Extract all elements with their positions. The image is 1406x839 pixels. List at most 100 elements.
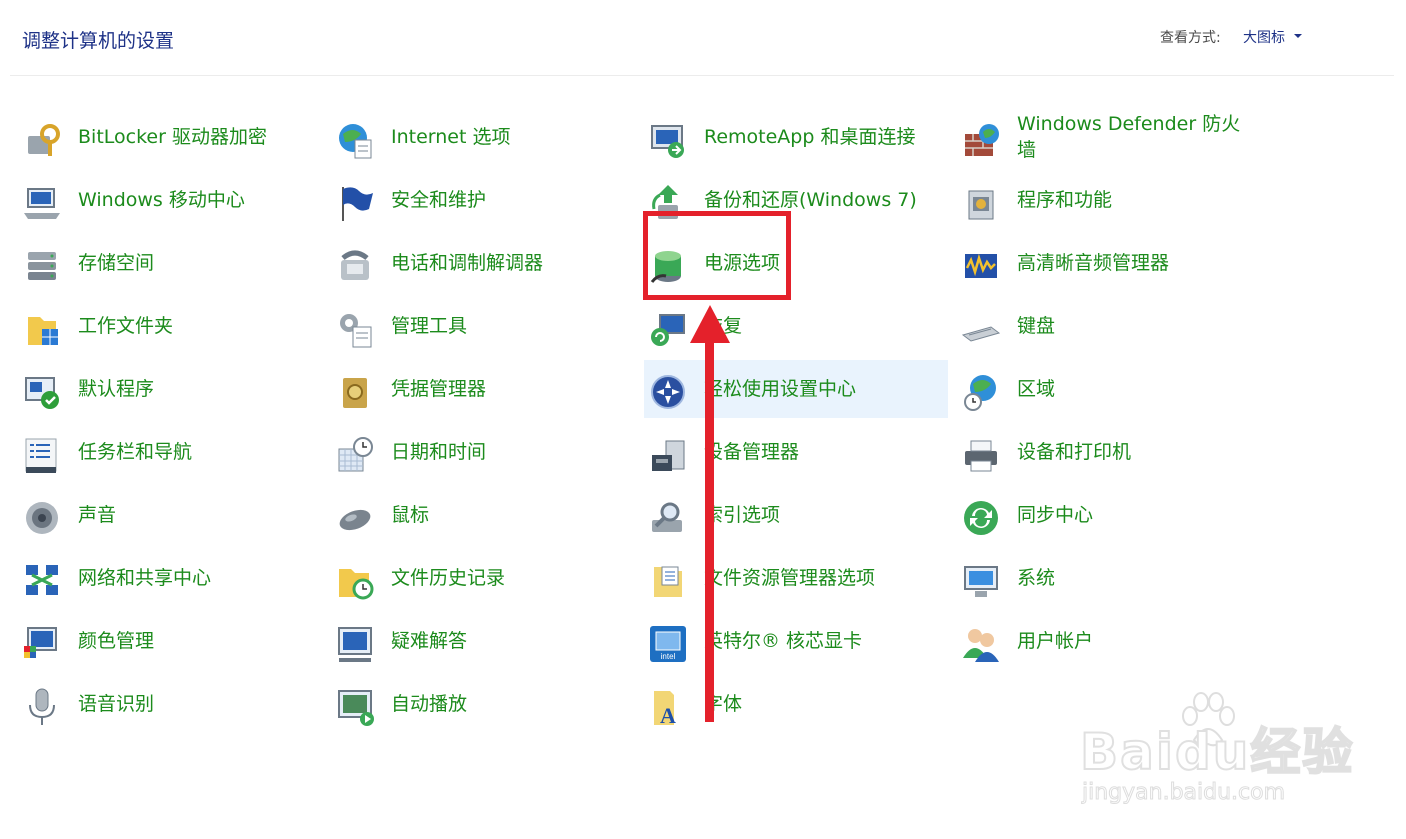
control-panel-item[interactable]: 语音识别 [0, 675, 304, 733]
page-title: 调整计算机的设置 [22, 30, 175, 52]
control-panel-item-label: 日期和时间 [391, 441, 487, 463]
watermark-brand: Baidu经验 [1079, 722, 1355, 782]
sound-icon [22, 498, 62, 538]
control-panel-item[interactable]: 存储空间 [0, 234, 304, 292]
control-panel-item-label: 管理工具 [391, 315, 468, 337]
control-panel-item[interactable]: 管理工具 [313, 297, 617, 355]
credential-manager-icon [335, 372, 375, 412]
admin-tools-icon [335, 309, 375, 349]
control-panel-item[interactable]: 区域 [939, 360, 1243, 418]
work-folders-icon [22, 309, 62, 349]
phone-modem-icon [335, 246, 375, 286]
file-history-icon [335, 561, 375, 601]
control-panel-item[interactable]: Windows Defender 防火墙 [939, 108, 1243, 166]
control-panel-item-label: 键盘 [1017, 315, 1056, 337]
default-programs-icon [22, 372, 62, 412]
troubleshooting-icon [335, 624, 375, 664]
control-panel-item[interactable]: Internet 选项 [313, 108, 617, 166]
devices-printers-icon [961, 435, 1001, 475]
view-by-dropdown[interactable]: 大图标 [1243, 27, 1285, 47]
control-panel-item[interactable]: 文件历史记录 [313, 549, 617, 607]
internet-options-icon [335, 120, 375, 160]
control-panel-item-label: 文件资源管理器选项 [704, 567, 876, 589]
control-panel-item-label: 设备和打印机 [1017, 441, 1132, 463]
sync-center-icon [961, 498, 1001, 538]
highlight-box-annotation [643, 211, 791, 300]
control-panel-item[interactable]: 轻松使用设置中心 [644, 360, 948, 418]
control-panel-item-label: 区域 [1017, 378, 1056, 400]
baidu-watermark: Baidu经验 jingyan.baidu.com [1079, 690, 1380, 810]
taskbar-icon [22, 435, 62, 475]
date-time-icon [335, 435, 375, 475]
firewall-icon [961, 120, 1001, 160]
color-management-icon [22, 624, 62, 664]
control-panel-item[interactable]: 工作文件夹 [0, 297, 304, 355]
control-panel-item[interactable]: Windows 移动中心 [0, 171, 304, 229]
watermark-url: jingyan.baidu.com [1081, 780, 1286, 806]
control-panel-item[interactable]: 键盘 [939, 297, 1243, 355]
control-panel-item[interactable]: BitLocker 驱动器加密 [0, 108, 304, 166]
control-panel-item[interactable]: A 字体 [626, 675, 930, 733]
control-panel-item[interactable]: 自动播放 [313, 675, 617, 733]
control-panel-item-label: 轻松使用设置中心 [704, 378, 857, 400]
control-panel-item-label: 语音识别 [78, 693, 155, 715]
control-panel-item[interactable]: 鼠标 [313, 486, 617, 544]
fonts-icon: A [648, 687, 688, 727]
control-panel-item-label: 声音 [78, 504, 117, 526]
control-panel-item-label: 凭据管理器 [391, 378, 487, 400]
control-panel-item[interactable]: 高清晰音频管理器 [939, 234, 1243, 292]
control-panel-item[interactable]: 颜色管理 [0, 612, 304, 670]
control-panel-item-label: 程序和功能 [1017, 189, 1113, 211]
control-panel-item-label: BitLocker 驱动器加密 [78, 126, 267, 148]
control-panel-item[interactable]: 凭据管理器 [313, 360, 617, 418]
ease-of-access-icon [648, 372, 688, 412]
audio-manager-icon [961, 246, 1001, 286]
control-panel-item[interactable]: 设备管理器 [626, 423, 930, 481]
chevron-down-icon[interactable] [1294, 34, 1302, 38]
control-panel-item-label: 电话和调制解调器 [391, 252, 544, 274]
control-panel-item[interactable]: 电话和调制解调器 [313, 234, 617, 292]
control-panel-item-label: 疑难解答 [391, 630, 468, 652]
indexing-options-icon [648, 498, 688, 538]
control-panel-item[interactable]: 系统 [939, 549, 1243, 607]
explorer-options-icon [648, 561, 688, 601]
control-panel-item[interactable]: 网络和共享中心 [0, 549, 304, 607]
control-panel-item[interactable]: 程序和功能 [939, 171, 1243, 229]
control-panel-item[interactable]: 任务栏和导航 [0, 423, 304, 481]
control-panel-item[interactable]: 恢复 [626, 297, 930, 355]
control-panel-item[interactable]: 安全和维护 [313, 171, 617, 229]
device-manager-icon [648, 435, 688, 475]
svg-text:intel: intel [661, 652, 676, 661]
control-panel-item[interactable]: 默认程序 [0, 360, 304, 418]
control-panel-item[interactable]: 同步中心 [939, 486, 1243, 544]
control-panel-item[interactable]: 索引选项 [626, 486, 930, 544]
control-panel-item-label: 同步中心 [1017, 504, 1094, 526]
control-panel-item[interactable]: 声音 [0, 486, 304, 544]
control-panel-item-label: Internet 选项 [391, 126, 511, 148]
speech-recognition-icon [22, 687, 62, 727]
mobility-center-icon [22, 183, 62, 223]
arrow-head-annotation [690, 305, 730, 343]
control-panel-item[interactable]: 文件资源管理器选项 [626, 549, 930, 607]
bitlocker-icon [22, 120, 62, 160]
control-panel-item-label: 英特尔® 核芯显卡 [704, 630, 863, 652]
system-icon [961, 561, 1001, 601]
header-divider [10, 75, 1394, 76]
control-panel-item[interactable]: 日期和时间 [313, 423, 617, 481]
programs-features-icon [961, 183, 1001, 223]
control-panel-item-label: 高清晰音频管理器 [1017, 252, 1170, 274]
control-panel-item[interactable]: intel 英特尔® 核芯显卡 [626, 612, 930, 670]
control-panel-item-label: 鼠标 [391, 504, 430, 526]
control-panel-item[interactable]: RemoteApp 和桌面连接 [626, 108, 930, 166]
control-panel-item-label: Windows Defender 防火墙 [1017, 113, 1241, 161]
control-panel-item-label: 存储空间 [78, 252, 155, 274]
control-panel-item[interactable]: 疑难解答 [313, 612, 617, 670]
control-panel-item-label: 索引选项 [704, 504, 781, 526]
keyboard-icon [961, 309, 1001, 349]
control-panel-item-label: 系统 [1017, 567, 1056, 589]
control-panel-item[interactable]: 用户帐户 [939, 612, 1243, 670]
control-panel-item-label: 用户帐户 [1017, 630, 1094, 652]
control-panel-item-label: 任务栏和导航 [78, 441, 193, 463]
header: 调整计算机的设置 查看方式: 大图标 [0, 0, 1406, 76]
control-panel-item[interactable]: 设备和打印机 [939, 423, 1243, 481]
